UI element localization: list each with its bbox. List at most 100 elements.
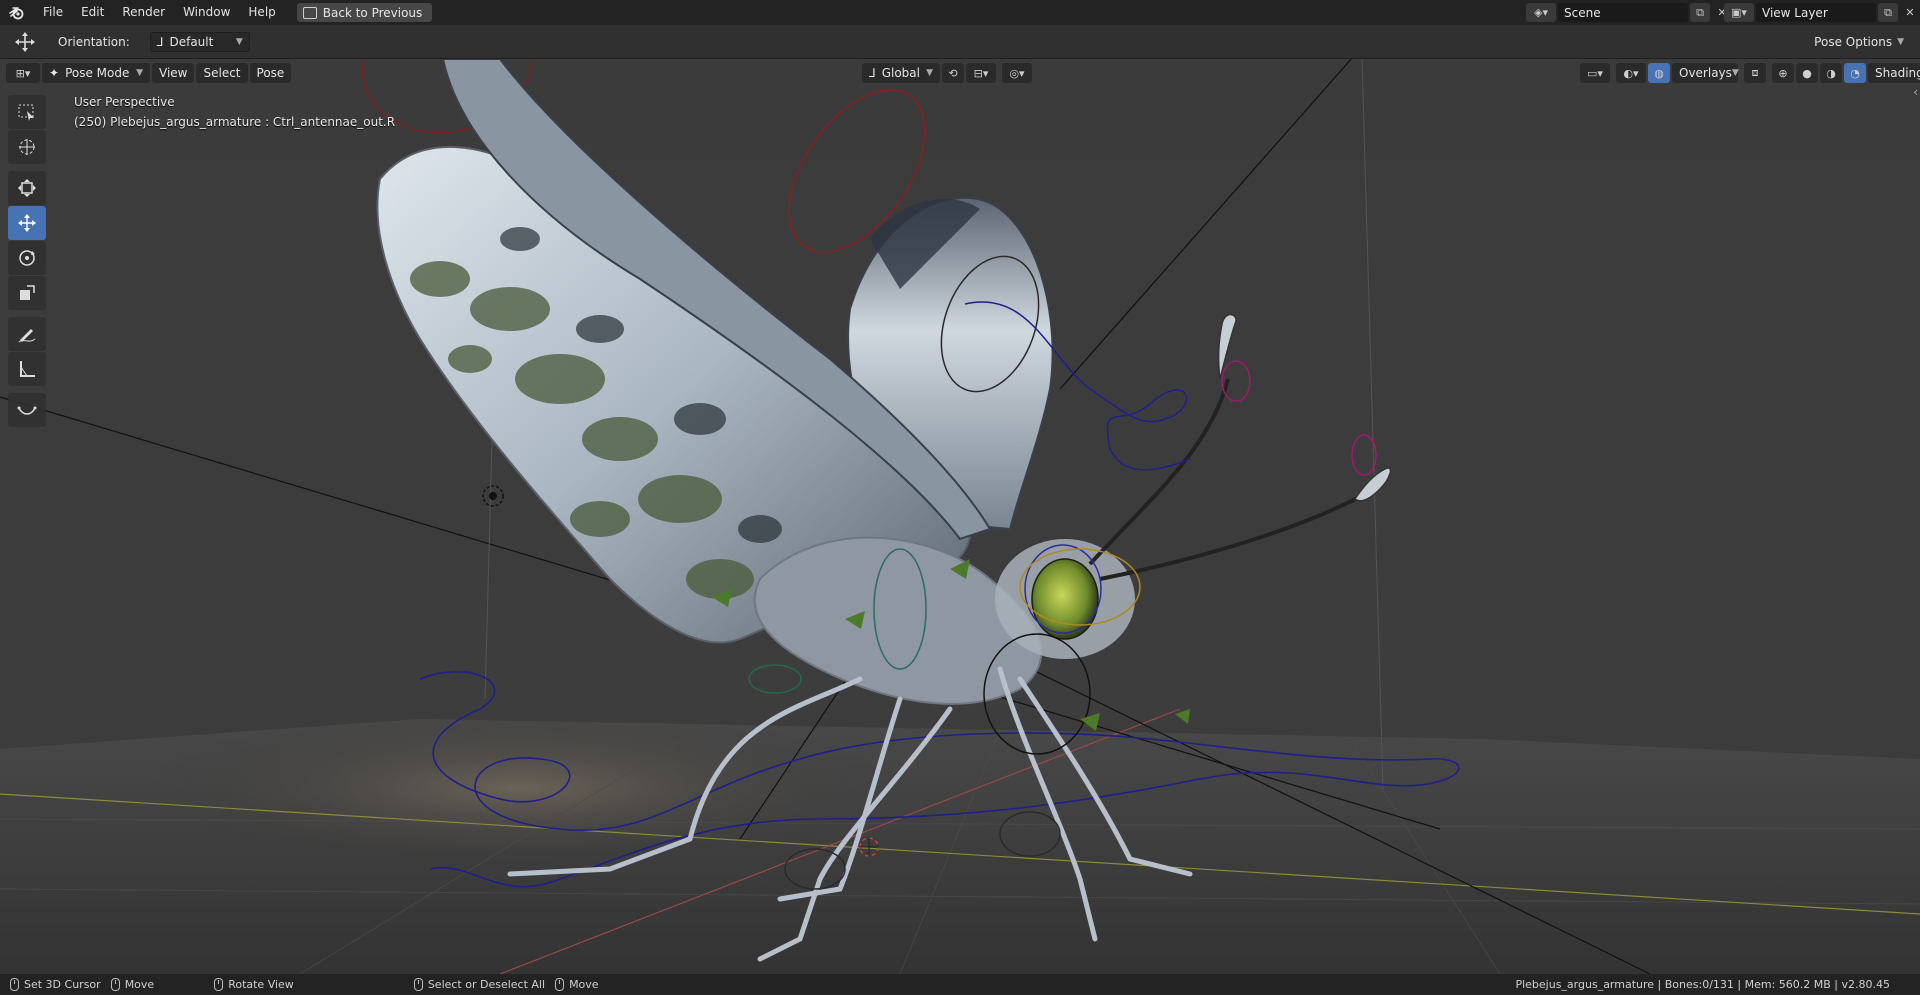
xray-toggle-icon[interactable]: ⧈ bbox=[1744, 63, 1766, 83]
view-layer-new-icon[interactable]: ⧉ bbox=[1878, 3, 1898, 22]
transform-tool[interactable] bbox=[8, 206, 46, 240]
proportional-edit-icon[interactable]: ◎▾ bbox=[1002, 63, 1032, 83]
status-label: Move bbox=[124, 978, 155, 991]
3d-viewport[interactable]: ⊞▾ ✦ Pose Mode ▼ View Select Pose ⅃ Glob… bbox=[0, 59, 1920, 974]
scene-name-field[interactable]: Scene bbox=[1558, 3, 1688, 22]
viewport-scene bbox=[0, 59, 1920, 974]
measure-icon bbox=[20, 361, 35, 377]
rendered-shading-icon[interactable]: ◔ bbox=[1844, 63, 1866, 83]
snap-icon[interactable]: ⊟▾ bbox=[966, 63, 996, 83]
scene-selector: ◈▾ Scene ⧉ ✕ bbox=[1524, 3, 1732, 22]
curve-tool[interactable] bbox=[8, 393, 46, 427]
status-select-deselect: Select or Deselect All bbox=[413, 978, 546, 991]
pivot-point-icon[interactable]: ⟲ bbox=[942, 63, 964, 83]
light-icon[interactable] bbox=[482, 485, 504, 507]
viewport-info-text: User Perspective (250) Plebejus_argus_ar… bbox=[74, 92, 395, 132]
mouse-drag-icon bbox=[555, 978, 565, 991]
perspective-label: User Perspective bbox=[74, 95, 175, 109]
material-shading-icon[interactable]: ◑ bbox=[1820, 63, 1842, 83]
chevron-down-icon: ▼ bbox=[136, 68, 143, 78]
back-to-previous-label: Back to Previous bbox=[322, 5, 423, 20]
chevron-down-icon: ▼ bbox=[926, 68, 933, 78]
shading-dropdown[interactable]: Shading ▼ bbox=[1868, 63, 1920, 83]
menu-render[interactable]: Render bbox=[113, 0, 174, 25]
mode-dropdown[interactable]: ✦ Pose Mode ▼ bbox=[42, 63, 150, 83]
menu-file[interactable]: File bbox=[34, 0, 72, 25]
mouse-drag-icon bbox=[110, 978, 120, 991]
viewport-menu-pose[interactable]: Pose bbox=[249, 63, 292, 83]
orientation-dropdown[interactable]: ⅃ Default ▼ bbox=[149, 31, 250, 52]
status-label: Select or Deselect All bbox=[427, 978, 546, 991]
sidebar-expand-icon[interactable]: ‹ bbox=[1913, 85, 1918, 99]
overlays-toggle-icon[interactable]: ◍ bbox=[1648, 63, 1670, 83]
scene-browse-icon[interactable]: ◈▾ bbox=[1526, 3, 1556, 22]
rotate-icon bbox=[19, 250, 35, 266]
scene-new-icon[interactable]: ⧉ bbox=[1690, 3, 1710, 22]
select-box-icon bbox=[18, 104, 34, 121]
move-tool[interactable] bbox=[8, 171, 46, 205]
screen-back-icon bbox=[302, 6, 317, 19]
pose-options-label: Pose Options bbox=[1814, 35, 1893, 49]
mode-value: Pose Mode bbox=[65, 66, 130, 80]
move-icon bbox=[18, 179, 36, 197]
scale-icon bbox=[20, 285, 35, 300]
overlays-label: Overlays bbox=[1679, 66, 1732, 80]
status-move: Move bbox=[110, 978, 155, 991]
chevron-down-icon: ▼ bbox=[1731, 68, 1739, 78]
butterfly-eye bbox=[1031, 558, 1099, 640]
top-menu-bar: File Edit Render Window Help Back to Pre… bbox=[0, 0, 1920, 25]
view-layer-browse-icon[interactable]: ▣▾ bbox=[1724, 3, 1754, 22]
overlays-dropdown[interactable]: Overlays ▼ bbox=[1672, 63, 1739, 83]
pose-mode-icon: ✦ bbox=[49, 66, 60, 80]
solid-shading-icon[interactable]: ● bbox=[1796, 63, 1818, 83]
scale-tool[interactable] bbox=[8, 276, 46, 310]
status-bar: Set 3D Cursor Move Rotate View Select or… bbox=[0, 974, 1920, 995]
scene-statistics: Plebejus_argus_armature | Bones:0/131 | … bbox=[1515, 978, 1890, 991]
scene-name-value: Scene bbox=[1564, 5, 1601, 20]
view-layer-selector: ▣▾ View Layer ⧉ ✕ bbox=[1722, 3, 1920, 22]
annotate-tool[interactable] bbox=[8, 317, 46, 351]
viewport-header-right: ▭▾ ◐▾ ◍ Overlays ▼ ⧈ ⊕ ● ◑ ◔ Shading ▼ bbox=[1580, 62, 1920, 84]
status-label: Rotate View bbox=[228, 978, 294, 991]
visibility-filter-icon[interactable]: ▭▾ bbox=[1580, 63, 1610, 83]
tool-settings-bar: Orientation: ⅃ Default ▼ Pose Options ▼ bbox=[0, 25, 1920, 59]
mouse-right-icon bbox=[413, 978, 423, 991]
gizmo-icon[interactable]: ◐▾ bbox=[1616, 63, 1646, 83]
view-layer-close-icon[interactable]: ✕ bbox=[1900, 3, 1920, 22]
menu-edit[interactable]: Edit bbox=[72, 0, 113, 25]
butterfly-body bbox=[753, 536, 1043, 705]
status-label: Move bbox=[569, 978, 599, 991]
chevron-down-icon: ▼ bbox=[1897, 37, 1904, 47]
transform-orientation-value: Global bbox=[881, 66, 920, 80]
status-set-3d-cursor: Set 3D Cursor bbox=[10, 978, 101, 991]
status-move-2: Move bbox=[555, 978, 599, 991]
rotate-tool[interactable] bbox=[8, 241, 46, 275]
view-layer-name-value: View Layer bbox=[1762, 5, 1828, 20]
status-label: Set 3D Cursor bbox=[24, 978, 101, 991]
chevron-down-icon: ▼ bbox=[235, 36, 243, 47]
mouse-middle-icon bbox=[214, 978, 224, 991]
annotate-icon bbox=[18, 329, 36, 343]
viewport-menu-view[interactable]: View bbox=[152, 63, 195, 83]
menu-help[interactable]: Help bbox=[239, 0, 284, 25]
active-object-label: (250) Plebejus_argus_armature : Ctrl_ant… bbox=[74, 115, 396, 129]
pose-options-button[interactable]: Pose Options ▼ bbox=[1806, 32, 1912, 52]
curve-icon bbox=[17, 406, 37, 415]
transform-orientation-dropdown[interactable]: ⅃ Global ▼ bbox=[862, 63, 940, 83]
menu-window[interactable]: Window bbox=[174, 0, 239, 25]
orientation-label: Orientation: bbox=[58, 34, 130, 49]
measure-tool[interactable] bbox=[8, 352, 46, 386]
cursor-tool[interactable] bbox=[8, 130, 46, 164]
blender-logo-icon[interactable] bbox=[0, 0, 34, 25]
shading-label: Shading bbox=[1875, 66, 1920, 80]
wireframe-shading-icon[interactable]: ⊕ bbox=[1772, 63, 1794, 83]
select-box-tool[interactable] bbox=[8, 95, 46, 129]
editor-type-icon[interactable]: ⊞▾ bbox=[6, 63, 40, 83]
orientation-axes-icon: ⅃ bbox=[869, 66, 876, 80]
transform-icon bbox=[18, 214, 36, 232]
move-tool-icon bbox=[10, 31, 40, 53]
viewport-menu-select[interactable]: Select bbox=[196, 63, 248, 83]
back-to-previous-button[interactable]: Back to Previous bbox=[296, 3, 433, 22]
view-layer-name-field[interactable]: View Layer bbox=[1756, 3, 1876, 22]
orientation-value: Default bbox=[169, 34, 214, 49]
